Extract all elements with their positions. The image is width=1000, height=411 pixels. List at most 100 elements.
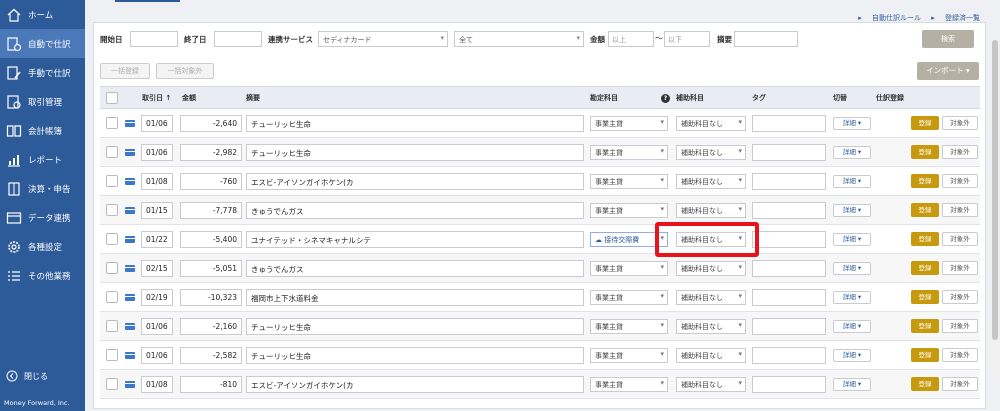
row-checkbox[interactable]: [106, 175, 118, 187]
exclude-button[interactable]: 対象外: [942, 319, 978, 333]
exclude-button[interactable]: 対象外: [942, 261, 978, 275]
sidebar-item-9[interactable]: その他業務: [0, 261, 85, 290]
account-select[interactable]: 事業主貸: [590, 377, 668, 392]
sidebar-close-button[interactable]: 閉じる: [0, 366, 85, 386]
auto-rule-link[interactable]: ▸ 自動仕訳ルール: [858, 14, 921, 22]
account-select[interactable]: 事業主貸: [590, 174, 668, 189]
detail-dropdown-button[interactable]: 詳細 ▾: [833, 291, 871, 304]
detail-dropdown-button[interactable]: 詳細 ▾: [833, 262, 871, 275]
summary-input[interactable]: エスビ-アイソンガイホケン(カ: [246, 173, 584, 190]
sidebar-item-3[interactable]: 取引管理: [0, 87, 85, 116]
account-select[interactable]: 事業主貸: [590, 116, 668, 131]
summary-input[interactable]: チューリッヒ生命: [246, 347, 584, 364]
amount-max-input[interactable]: 以下: [664, 31, 710, 47]
exclude-button[interactable]: 対象外: [942, 116, 978, 130]
sidebar-item-6[interactable]: 決算・申告: [0, 174, 85, 203]
help-icon[interactable]: ?: [661, 94, 670, 103]
account-select[interactable]: 事業主貸: [590, 290, 668, 305]
sub-account-select[interactable]: 補助科目なし: [676, 145, 746, 160]
amount-input[interactable]: -2,982: [180, 144, 242, 161]
start-date-input[interactable]: [130, 31, 178, 47]
account-select[interactable]: 事業主貸: [590, 203, 668, 218]
detail-dropdown-button[interactable]: 詳細 ▾: [833, 320, 871, 333]
detail-dropdown-button[interactable]: 詳細 ▾: [833, 233, 871, 246]
status-select[interactable]: 全て: [454, 31, 584, 47]
date-input[interactable]: 01/08: [141, 376, 173, 393]
row-checkbox[interactable]: [106, 233, 118, 245]
exclude-button[interactable]: 対象外: [942, 290, 978, 304]
register-button[interactable]: 登録: [911, 319, 939, 333]
sidebar-item-7[interactable]: データ連携: [0, 203, 85, 232]
sidebar-item-1[interactable]: 自動で仕訳: [0, 29, 85, 58]
date-input[interactable]: 01/22: [141, 231, 173, 248]
tag-input[interactable]: [752, 376, 826, 393]
bulk-register-button[interactable]: 一括登録: [100, 63, 150, 79]
account-select[interactable]: 事業主貸: [590, 319, 668, 334]
register-button[interactable]: 登録: [911, 116, 939, 130]
detail-dropdown-button[interactable]: 詳細 ▾: [833, 146, 871, 159]
amount-min-input[interactable]: 以上: [608, 31, 654, 47]
tag-input[interactable]: [752, 289, 826, 306]
sidebar-item-0[interactable]: ホーム: [0, 0, 85, 29]
register-button[interactable]: 登録: [911, 174, 939, 188]
exclude-button[interactable]: 対象外: [942, 145, 978, 159]
exclude-button[interactable]: 対象外: [942, 377, 978, 391]
amount-input[interactable]: -2,160: [180, 318, 242, 335]
end-date-input[interactable]: [214, 31, 262, 47]
detail-dropdown-button[interactable]: 詳細 ▾: [833, 175, 871, 188]
row-checkbox[interactable]: [106, 204, 118, 216]
detail-dropdown-button[interactable]: 詳細 ▾: [833, 378, 871, 391]
summary-input[interactable]: ユナイテッド・シネマキャナルシテ: [246, 231, 584, 248]
amount-input[interactable]: -760: [180, 173, 242, 190]
row-checkbox[interactable]: [106, 146, 118, 158]
detail-dropdown-button[interactable]: 詳細 ▾: [833, 204, 871, 217]
import-dropdown-button[interactable]: インポート ▾: [917, 62, 979, 80]
date-input[interactable]: 02/19: [141, 289, 173, 306]
amount-input[interactable]: -5,051: [180, 260, 242, 277]
sidebar-item-5[interactable]: レポート: [0, 145, 85, 174]
sub-account-select[interactable]: 補助科目なし: [676, 290, 746, 305]
exclude-button[interactable]: 対象外: [942, 203, 978, 217]
service-select[interactable]: セディナカード: [318, 31, 448, 47]
date-input[interactable]: 01/06: [141, 347, 173, 364]
sub-account-select[interactable]: 補助科目なし: [676, 261, 746, 276]
tag-input[interactable]: [752, 231, 826, 248]
register-button[interactable]: 登録: [911, 290, 939, 304]
date-input[interactable]: 01/15: [141, 202, 173, 219]
sidebar-item-4[interactable]: 会計帳簿: [0, 116, 85, 145]
sub-account-select[interactable]: 補助科目なし: [676, 116, 746, 131]
tag-input[interactable]: [752, 260, 826, 277]
summary-input[interactable]: 福岡市上下水道料金: [246, 289, 584, 306]
sub-account-select[interactable]: 補助科目なし: [676, 319, 746, 334]
bulk-exclude-button[interactable]: 一括対象外: [156, 63, 214, 79]
account-select[interactable]: 事業主貸: [590, 348, 668, 363]
summary-input[interactable]: チューリッヒ生命: [246, 318, 584, 335]
register-button[interactable]: 登録: [911, 261, 939, 275]
registered-list-link[interactable]: ▸ 登録済一覧: [931, 14, 980, 22]
detail-dropdown-button[interactable]: 詳細 ▾: [833, 349, 871, 362]
vertical-scrollbar[interactable]: [990, 40, 1000, 380]
register-button[interactable]: 登録: [911, 348, 939, 362]
sub-account-select[interactable]: 補助科目なし: [676, 174, 746, 189]
register-button[interactable]: 登録: [911, 145, 939, 159]
summary-input[interactable]: きゅうでんガス: [246, 260, 584, 277]
row-checkbox[interactable]: [106, 117, 118, 129]
exclude-button[interactable]: 対象外: [942, 174, 978, 188]
header-date[interactable]: 取引日 ↑: [142, 93, 171, 103]
sub-account-select[interactable]: 補助科目なし: [676, 203, 746, 218]
exclude-button[interactable]: 対象外: [942, 348, 978, 362]
date-input[interactable]: 01/08: [141, 173, 173, 190]
amount-input[interactable]: -5,400: [180, 231, 242, 248]
amount-input[interactable]: -7,778: [180, 202, 242, 219]
search-button[interactable]: 検索: [922, 30, 974, 48]
row-checkbox[interactable]: [106, 262, 118, 274]
tag-input[interactable]: [752, 144, 826, 161]
summary-filter-input[interactable]: [734, 31, 798, 47]
summary-input[interactable]: エスビ-アイソンガイホケン(カ: [246, 376, 584, 393]
tag-input[interactable]: [752, 318, 826, 335]
date-input[interactable]: 01/06: [141, 115, 173, 132]
sub-account-select[interactable]: 補助科目なし: [676, 377, 746, 392]
scrollbar-thumb[interactable]: [992, 40, 998, 340]
select-all-checkbox[interactable]: [106, 92, 118, 104]
summary-input[interactable]: チューリッヒ生命: [246, 115, 584, 132]
